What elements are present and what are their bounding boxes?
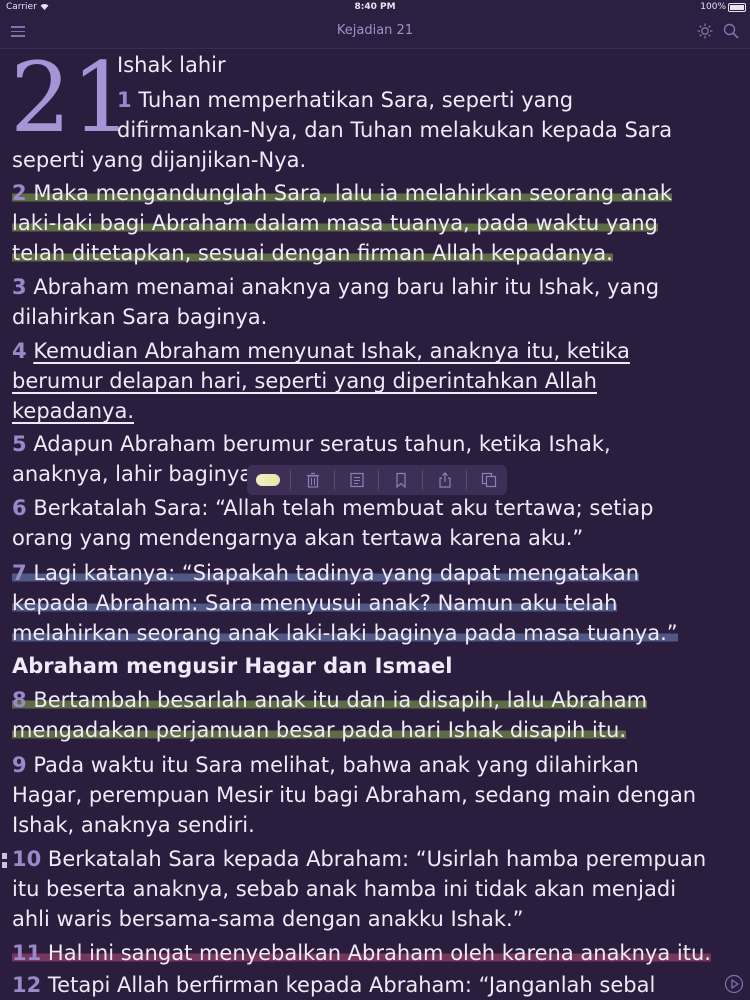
verse-3-line[interactable]: dilahirkan Sara baginya.	[12, 302, 267, 332]
verse-7[interactable]: 7 Lagi katanya: “Siapakah tadinya yang d…	[12, 558, 640, 588]
verse-10-line[interactable]: itu beserta anaknya, sebab anak hamba in…	[12, 874, 676, 904]
verse-9-line[interactable]: Ishak, anaknya sendiri.	[12, 810, 255, 840]
verse-2-line[interactable]: laki-laki bagi Abraham dalam masa tuanya…	[12, 208, 658, 238]
verse-7-line[interactable]: melahirkan seorang anak laki-laki baginy…	[12, 618, 678, 648]
verse-2-line[interactable]: telah ditetapkan, sesuai dengan firman A…	[12, 238, 613, 268]
battery-percent: 100%	[700, 2, 726, 12]
verse-action-toolbar	[247, 465, 507, 495]
verse-5-line[interactable]: anaknya, lahir baginya.	[12, 459, 259, 489]
verse-number: 9	[12, 753, 27, 777]
verse-number: 12	[12, 973, 42, 997]
copy-button[interactable]	[467, 465, 511, 495]
verse-number: 8	[12, 688, 27, 712]
verse-6-line[interactable]: orang yang mendengarnya akan tertawa kar…	[12, 523, 583, 553]
verse-9[interactable]: 9 Pada waktu itu Sara melihat, bahwa ana…	[12, 750, 639, 780]
verse-5[interactable]: 5 Adapun Abraham berumur seratus tahun, …	[12, 429, 611, 459]
note-marker-icon[interactable]	[2, 851, 8, 871]
verse-4[interactable]: 4 Kemudian Abraham menyunat Ishak, anakn…	[12, 336, 630, 366]
verse-8[interactable]: 8 Bertambah besarlah anak itu dan ia dis…	[12, 685, 648, 715]
delete-button[interactable]	[291, 465, 335, 495]
verse-1[interactable]: 1 Tuhan memperhatikan Sara, seperti yang	[117, 85, 573, 115]
verse-6[interactable]: 6 Berkatalah Sara: “Allah telah membuat …	[12, 493, 654, 523]
verse-number: 10	[12, 847, 42, 871]
verse-number: 7	[12, 561, 27, 585]
verse-1-line[interactable]: seperti yang dijanjikan-Nya.	[12, 145, 306, 175]
verse-number: 6	[12, 496, 27, 520]
highlight-color-icon	[256, 474, 280, 486]
section-heading: Abraham mengusir Hagar dan Ismael	[12, 654, 453, 678]
chapter-title-button[interactable]: Kejadian 21	[0, 23, 750, 38]
verse-12[interactable]: 12 Tetapi Allah berfirman kepada Abraham…	[12, 970, 655, 1000]
verse-2[interactable]: 2 Maka mengandunglah Sara, lalu ia melah…	[12, 178, 672, 208]
chapter-number: 21	[10, 42, 133, 154]
note-button[interactable]	[335, 465, 379, 495]
verse-11[interactable]: 11 Hal ini sangat menyebalkan Abraham ol…	[12, 938, 711, 968]
verse-number: 11	[12, 941, 42, 965]
verse-number: 1	[117, 88, 132, 112]
search-icon[interactable]	[723, 23, 739, 39]
play-audio-icon[interactable]	[724, 974, 744, 994]
verse-number: 5	[12, 432, 27, 456]
verse-9-line[interactable]: Hagar, perempuan Mesir itu bagi Abraham,…	[12, 780, 696, 810]
verse-10-line[interactable]: ahli waris bersama-sama dengan anakku Is…	[12, 904, 524, 934]
trash-icon	[307, 472, 319, 488]
verse-4-line[interactable]: berumur delapan hari, seperti yang diper…	[12, 366, 597, 396]
verse-7-line[interactable]: kepada Abraham: Sara menyusui anak? Namu…	[12, 588, 618, 618]
reader-content: 2 1 Ishak lahir 1 Tuhan memperhatikan Sar…	[0, 50, 750, 1000]
share-icon	[439, 472, 451, 488]
note-icon	[350, 472, 364, 488]
section-heading: Ishak lahir	[117, 53, 226, 77]
share-button[interactable]	[423, 465, 467, 495]
copy-icon	[481, 472, 497, 488]
verse-10[interactable]: 10 Berkatalah Sara kepada Abraham: “Usir…	[12, 844, 706, 874]
bookmark-button[interactable]	[379, 465, 423, 495]
highlight-color-button[interactable]	[247, 465, 291, 495]
verse-3[interactable]: 3 Abraham menamai anaknya yang baru lahi…	[12, 272, 659, 302]
verse-number: 2	[12, 181, 27, 205]
verse-8-line[interactable]: mengadakan perjamuan besar pada hari Ish…	[12, 715, 627, 745]
verse-number: 4	[12, 339, 27, 363]
status-time: 8:40 PM	[354, 2, 396, 12]
status-bar: Carrier 8:40 PM 100%	[0, 0, 750, 14]
verse-1-line[interactable]: difirmankan-Nya, dan Tuhan melakukan kep…	[117, 115, 672, 145]
verse-4-line[interactable]: kepadanya.	[12, 396, 134, 426]
brightness-icon[interactable]	[697, 23, 713, 39]
battery-icon	[728, 3, 746, 12]
verse-number: 3	[12, 275, 27, 299]
bookmark-icon	[396, 472, 406, 488]
